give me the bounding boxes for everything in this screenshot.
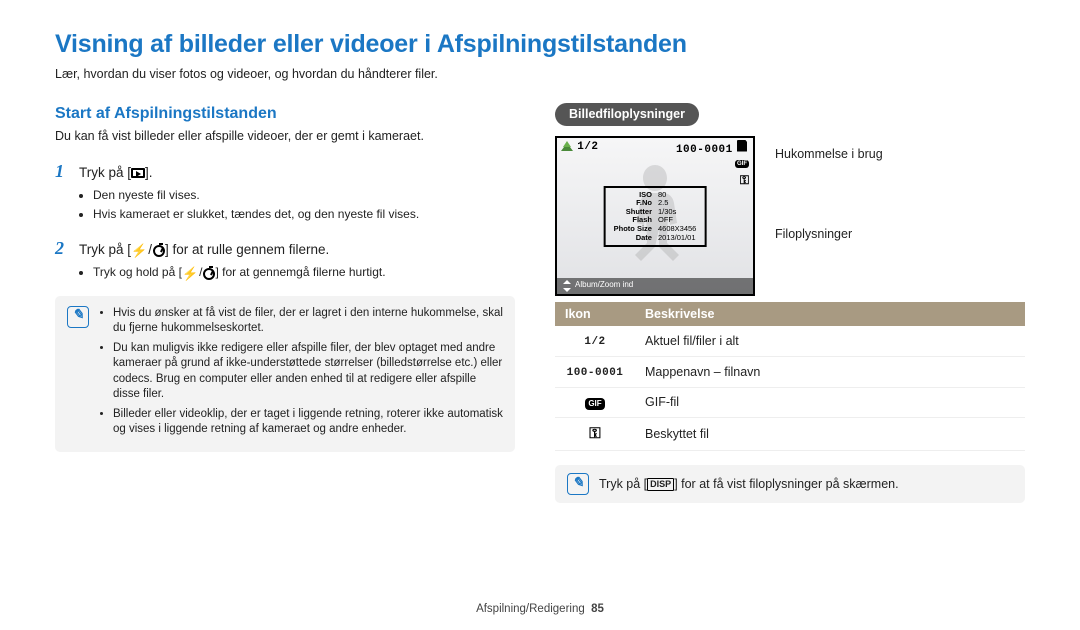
step-bullets: Tryk og hold på [/] for at gennemgå file… bbox=[55, 264, 515, 282]
cell-desc: Mappenavn – filnavn bbox=[635, 357, 1025, 388]
bullet-text-a: Tryk og hold på [ bbox=[93, 265, 182, 279]
camera-screen: 1/2 100-0001 GIF ISO80 bbox=[555, 136, 755, 296]
note-icon: ✎ bbox=[67, 306, 89, 328]
footer-section: Afspilning/Redigering bbox=[476, 603, 585, 615]
note-box: ✎ Tryk på [DISP] for at få vist filoplys… bbox=[555, 465, 1025, 503]
filenum-icon: 100-0001 bbox=[567, 367, 624, 379]
bottom-strip: Album/Zoom ind bbox=[557, 278, 753, 294]
play-icon bbox=[131, 168, 145, 178]
callout-memory: Hukommelse i brug bbox=[775, 146, 883, 163]
note-item: Du kan muligvis ikke redigere eller afsp… bbox=[113, 341, 503, 403]
page-number: 85 bbox=[591, 603, 604, 615]
file-number: 100-0001 bbox=[676, 144, 733, 156]
bullet: Tryk og hold på [/] for at gennemgå file… bbox=[93, 264, 515, 282]
icon-table: Ikon Beskrivelse 1/2 Aktuel fil/filer i … bbox=[555, 302, 1025, 452]
page-subtitle: Lær, hvordan du viser fotos og videoer, … bbox=[55, 66, 1025, 83]
timer-icon bbox=[203, 268, 215, 280]
step-text-a: Tryk på [ bbox=[79, 165, 131, 180]
timer-icon bbox=[153, 245, 165, 257]
gif-icon: GIF bbox=[735, 160, 749, 168]
step-text: Tryk på []. bbox=[79, 164, 153, 182]
step-number: 2 bbox=[55, 236, 71, 260]
note-icon: ✎ bbox=[567, 473, 589, 495]
step-text: Tryk på [/] for at rulle gennem filerne. bbox=[79, 241, 329, 260]
updown-icon bbox=[563, 280, 571, 292]
callouts: Hukommelse i brug Filoplysninger bbox=[775, 136, 883, 296]
cell-desc: Aktuel fil/filer i alt bbox=[635, 326, 1025, 356]
bullet-text-b: ] for at gennemgå filerne hurtigt. bbox=[215, 265, 385, 279]
bullet: Den nyeste fil vises. bbox=[93, 187, 515, 203]
step-text-b: ]. bbox=[145, 165, 153, 180]
counter-icon: 1/2 bbox=[584, 336, 605, 348]
flash-icon bbox=[182, 264, 198, 282]
bottom-label: Album/Zoom ind bbox=[575, 280, 633, 291]
cell-desc: GIF-fil bbox=[635, 388, 1025, 418]
info-overlay: ISO80 F.No2.5 Shutter1/30s FlashOFF Phot… bbox=[604, 186, 707, 248]
file-info-pill: Billedfiloplysninger bbox=[555, 103, 699, 126]
gif-icon: GIF bbox=[585, 398, 604, 410]
flash-icon bbox=[131, 241, 147, 259]
note-item: Billeder eller videoklip, der er taget i… bbox=[113, 407, 503, 438]
counter: 1/2 bbox=[577, 141, 598, 153]
step-1: 1 Tryk på []. Den nyeste fil vises. Hvis… bbox=[55, 159, 515, 222]
note-item: Hvis du ønsker at få vist de filer, der … bbox=[113, 306, 503, 337]
callout-fileinfo: Filoplysninger bbox=[775, 226, 883, 243]
page-title: Visning af billeder eller videoer i Afsp… bbox=[55, 28, 1025, 62]
th-icon: Ikon bbox=[555, 302, 635, 327]
step-number: 1 bbox=[55, 159, 71, 183]
page-footer: Afspilning/Redigering 85 bbox=[0, 602, 1080, 618]
lock-icon bbox=[589, 427, 600, 441]
cell-desc: Beskyttet fil bbox=[635, 417, 1025, 450]
step-text-a: Tryk på [ bbox=[79, 242, 131, 257]
step-bullets: Den nyeste fil vises. Hvis kameraet er s… bbox=[55, 187, 515, 221]
section-desc: Du kan få vist billeder eller afspille v… bbox=[55, 128, 515, 145]
table-row: Beskyttet fil bbox=[555, 417, 1025, 450]
th-desc: Beskrivelse bbox=[635, 302, 1025, 327]
step-text-b: ] for at rulle gennem filerne. bbox=[165, 242, 329, 257]
step-2: 2 Tryk på [/] for at rulle gennem filern… bbox=[55, 236, 515, 282]
note-text: Tryk på [DISP] for at få vist filoplysni… bbox=[599, 476, 899, 493]
disp-button-icon: DISP bbox=[647, 478, 674, 491]
section-heading: Start af Afspilningstilstanden bbox=[55, 103, 515, 125]
table-row: 1/2 Aktuel fil/filer i alt bbox=[555, 326, 1025, 356]
note-box: ✎ Hvis du ønsker at få vist de filer, de… bbox=[55, 296, 515, 452]
sd-card-icon bbox=[737, 140, 747, 152]
table-row: 100-0001 Mappenavn – filnavn bbox=[555, 357, 1025, 388]
bullet: Hvis kameraet er slukket, tændes det, og… bbox=[93, 206, 515, 222]
table-row: GIF GIF-fil bbox=[555, 388, 1025, 418]
photo-thumb-icon bbox=[561, 141, 573, 151]
lock-icon bbox=[740, 172, 749, 188]
